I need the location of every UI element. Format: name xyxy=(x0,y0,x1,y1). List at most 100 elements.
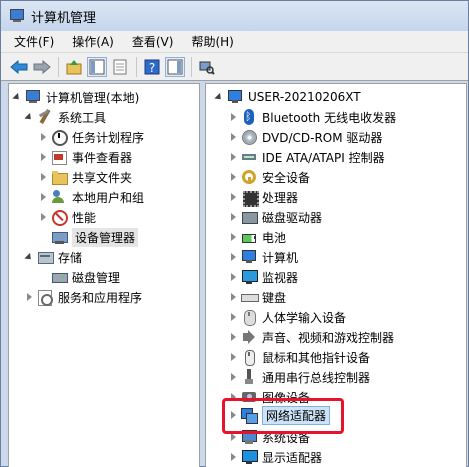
device-tree-pane[interactable]: USER-20210206XT Bluetooth 无线电收发器 DVD/CD-… xyxy=(205,83,467,467)
export-icon[interactable] xyxy=(110,57,130,77)
device-category-ide[interactable]: IDE ATA/ATAPI 控制器 xyxy=(228,147,385,167)
expand-arrow-icon[interactable] xyxy=(228,410,238,420)
tools-icon xyxy=(37,109,53,125)
tree-item-local-users[interactable]: 本地用户和组 xyxy=(38,187,144,207)
expand-arrow-icon[interactable] xyxy=(228,212,238,222)
expand-arrow-icon[interactable] xyxy=(38,192,48,202)
expand-arrow-icon[interactable] xyxy=(228,432,238,442)
tree-item-device-manager[interactable]: 设备管理器 xyxy=(38,227,139,247)
expand-arrow-icon[interactable] xyxy=(228,452,238,462)
device-category-monitors[interactable]: 监视器 xyxy=(228,267,298,287)
device-category-imaging[interactable]: 图像设备 xyxy=(228,387,310,407)
tree-item-label: 共享文件夹 xyxy=(72,170,133,185)
tree-item-computer-management[interactable]: 计算机管理(本地) xyxy=(12,87,139,107)
tree-item-performance[interactable]: 性能 xyxy=(38,207,96,227)
device-category-label: 系统设备 xyxy=(262,430,311,445)
processor-icon xyxy=(241,189,259,207)
menu-bar: 文件(F) 操作(A) 查看(V) 帮助(H) xyxy=(1,31,468,53)
expand-arrow-icon[interactable] xyxy=(228,252,238,262)
tree-item-event-viewer[interactable]: 事件查看器 xyxy=(38,147,132,167)
scan-hardware-icon[interactable] xyxy=(197,57,217,77)
device-category-bluetooth[interactable]: Bluetooth 无线电收发器 xyxy=(228,107,396,127)
expand-arrow-icon[interactable] xyxy=(228,152,238,162)
expand-arrow-icon[interactable] xyxy=(228,312,238,322)
device-category-network-adapters[interactable]: 网络适配器 xyxy=(228,405,331,425)
tree-item-label: 本地用户和组 xyxy=(72,190,145,205)
help-icon[interactable]: ? xyxy=(142,57,162,77)
keyboard-icon xyxy=(241,289,259,305)
device-category-label: 电池 xyxy=(262,230,287,245)
device-category-keyboards[interactable]: 键盘 xyxy=(228,287,286,307)
show-tree-icon[interactable] xyxy=(87,56,107,77)
menu-file[interactable]: 文件(F) xyxy=(11,31,57,52)
monitor-icon xyxy=(241,269,258,285)
forward-icon[interactable] xyxy=(32,57,52,77)
collapse-arrow-icon[interactable] xyxy=(214,92,224,102)
device-manager-icon xyxy=(51,229,68,245)
device-category-label: 声音、视频和游戏控制器 xyxy=(262,330,395,345)
pane-icon[interactable] xyxy=(165,56,185,77)
expand-arrow-icon[interactable] xyxy=(228,352,238,362)
mouse-icon xyxy=(241,349,257,366)
device-category-hid[interactable]: 人体学输入设备 xyxy=(228,307,346,327)
services-icon xyxy=(37,289,53,306)
expand-arrow-icon[interactable] xyxy=(38,172,48,182)
menu-action[interactable]: 操作(A) xyxy=(69,31,117,52)
event-viewer-icon xyxy=(51,149,67,165)
expand-arrow-icon[interactable] xyxy=(228,192,238,202)
collapse-arrow-icon[interactable] xyxy=(12,92,22,102)
collapse-arrow-icon[interactable] xyxy=(24,112,34,122)
computer-icon xyxy=(25,89,41,105)
device-category-mouse[interactable]: 鼠标和其他指针设备 xyxy=(228,347,370,367)
toolbar-separator xyxy=(58,56,59,77)
expand-arrow-icon[interactable] xyxy=(38,212,48,222)
tree-item-task-scheduler[interactable]: 任务计划程序 xyxy=(38,127,144,147)
tree-item-disk-management[interactable]: 磁盘管理 xyxy=(38,267,120,287)
device-tree-root[interactable]: USER-20210206XT xyxy=(214,87,361,107)
device-category-processor[interactable]: 处理器 xyxy=(228,187,298,207)
expand-arrow-icon[interactable] xyxy=(228,332,238,342)
usb-icon xyxy=(241,369,257,385)
svg-text:?: ? xyxy=(149,61,155,75)
expand-arrow-icon[interactable] xyxy=(228,372,238,382)
battery-icon xyxy=(241,229,257,245)
expand-arrow-icon[interactable] xyxy=(38,132,48,142)
device-category-sound[interactable]: 声音、视频和游戏控制器 xyxy=(228,327,394,347)
device-category-dvd[interactable]: DVD/CD-ROM 驱动器 xyxy=(228,127,382,147)
expand-arrow-icon[interactable] xyxy=(38,152,48,162)
system-device-icon xyxy=(241,429,257,445)
expand-arrow-icon[interactable] xyxy=(24,292,34,302)
collapse-arrow-icon[interactable] xyxy=(24,252,34,262)
tree-item-storage[interactable]: 存储 xyxy=(24,247,82,267)
ide-controller-icon xyxy=(241,149,257,165)
device-category-usb[interactable]: 通用串行总线控制器 xyxy=(228,367,370,387)
expand-arrow-icon[interactable] xyxy=(228,272,238,282)
users-icon xyxy=(51,189,67,205)
device-category-display-adapters[interactable]: 显示适配器 xyxy=(228,447,322,467)
tree-item-label: 设备管理器 xyxy=(72,227,139,247)
device-category-system-devices[interactable]: 系统设备 xyxy=(228,427,310,447)
expand-arrow-icon[interactable] xyxy=(228,292,238,302)
device-category-battery[interactable]: 电池 xyxy=(228,227,286,247)
expand-arrow-icon[interactable] xyxy=(228,392,238,402)
tree-item-system-tools[interactable]: 系统工具 xyxy=(24,107,106,127)
device-category-computer[interactable]: 计算机 xyxy=(228,247,298,267)
menu-view[interactable]: 查看(V) xyxy=(129,31,177,52)
up-folder-icon[interactable] xyxy=(64,57,84,77)
expand-arrow-icon[interactable] xyxy=(228,232,238,242)
expand-arrow-icon[interactable] xyxy=(228,112,238,122)
tree-item-shared-folders[interactable]: 共享文件夹 xyxy=(38,167,132,187)
title-bar[interactable]: 计算机管理 xyxy=(1,1,468,31)
computer-name: USER-20210206XT xyxy=(248,90,361,104)
back-icon[interactable] xyxy=(9,57,29,77)
device-category-label: 监视器 xyxy=(262,270,299,285)
expand-arrow-icon[interactable] xyxy=(228,172,238,182)
expand-arrow-icon[interactable] xyxy=(228,132,238,142)
console-tree-pane[interactable]: 计算机管理(本地) 系统工具 任务计划程序 事件查看器 共享文件夹 本地用户和组 xyxy=(8,83,200,467)
tree-item-services-apps[interactable]: 服务和应用程序 xyxy=(24,287,142,307)
device-category-label: 键盘 xyxy=(262,290,287,305)
device-category-disk-drives[interactable]: 磁盘驱动器 xyxy=(228,207,322,227)
tree-item-label: 存储 xyxy=(58,250,83,265)
device-category-security[interactable]: 安全设备 xyxy=(228,167,310,187)
menu-help[interactable]: 帮助(H) xyxy=(188,31,236,52)
